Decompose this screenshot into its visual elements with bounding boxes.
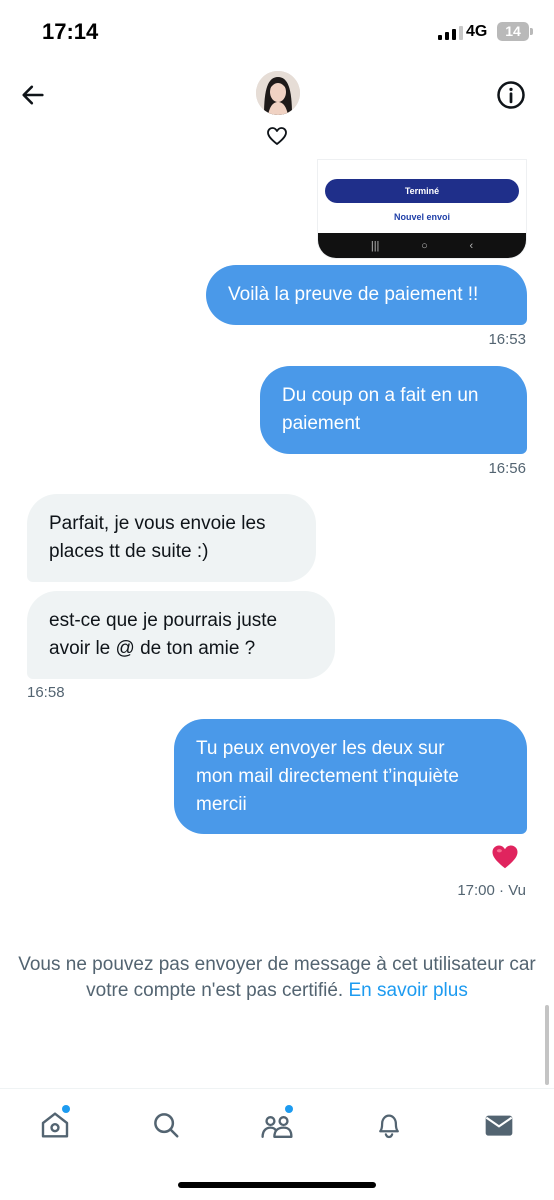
message-bubble-outgoing[interactable]: Du coup on a fait en un paiement xyxy=(260,366,527,454)
message-timestamp: 16:58 xyxy=(27,684,65,701)
message-timestamp: 16:53 xyxy=(488,331,526,348)
cannot-message-notice: Vous ne pouvez pas envoyer de message à … xyxy=(10,952,544,1004)
message-bubble-incoming[interactable]: Parfait, je vous envoie les places tt de… xyxy=(27,494,316,582)
bell-icon xyxy=(379,1114,399,1139)
status-bar: 17:14 4G 14 xyxy=(0,0,554,62)
mail-icon xyxy=(485,1115,513,1136)
message-text: Voilà la preuve de paiement !! xyxy=(228,284,479,305)
status-time: 17:14 xyxy=(42,19,99,44)
message-text: est-ce que je pourrais juste avoir le @ … xyxy=(49,610,278,659)
back-chevron-icon: ‹ xyxy=(469,239,474,252)
home-icon xyxy=(41,1112,69,1138)
info-button[interactable] xyxy=(494,78,528,112)
battery-icon: 14 xyxy=(497,22,529,41)
learn-more-link[interactable]: En savoir plus xyxy=(349,980,468,1001)
battery-cap xyxy=(530,28,533,35)
home-circle-icon: ○ xyxy=(421,239,428,252)
heart-outline-icon[interactable] xyxy=(265,125,289,147)
image-android-navbar: ||| ○ ‹ xyxy=(318,233,526,258)
message-text: Parfait, je vous envoie les places tt de… xyxy=(49,513,266,562)
image-done-button: Terminé xyxy=(325,179,519,203)
arrow-left-icon xyxy=(22,85,44,105)
message-bubble-incoming[interactable]: est-ce que je pourrais juste avoir le @ … xyxy=(27,591,335,679)
search-icon xyxy=(154,1113,179,1138)
heart-reaction-icon[interactable] xyxy=(490,842,520,872)
recent-apps-icon: ||| xyxy=(370,239,380,252)
tab-search[interactable] xyxy=(146,1105,186,1145)
shared-image-attachment[interactable]: Terminé Nouvel envoi ||| ○ ‹ xyxy=(318,160,526,258)
tab-messages[interactable] xyxy=(479,1105,519,1145)
image-new-transfer-link: Nouvel envoi xyxy=(393,212,450,222)
notification-dot xyxy=(62,1105,70,1113)
tab-home[interactable] xyxy=(35,1105,75,1145)
avatar[interactable] xyxy=(256,71,300,115)
scrollbar-thumb[interactable] xyxy=(545,1005,549,1085)
message-bubble-outgoing[interactable]: Tu peux envoyer les deux sur mon mail di… xyxy=(174,719,527,834)
message-timestamp: 16:56 xyxy=(488,460,526,477)
notification-dot xyxy=(285,1105,293,1113)
message-text: Du coup on a fait en un paiement xyxy=(282,385,479,434)
home-indicator[interactable] xyxy=(178,1182,376,1188)
message-text: Tu peux envoyer les deux sur mon mail di… xyxy=(196,738,459,815)
tab-communities[interactable] xyxy=(257,1105,297,1145)
people-icon xyxy=(261,1115,293,1138)
user-avatar xyxy=(256,71,300,115)
network-label: 4G xyxy=(466,23,488,40)
back-button[interactable] xyxy=(16,78,50,112)
signal-icon xyxy=(438,26,463,40)
tab-notifications[interactable] xyxy=(369,1105,409,1145)
info-circle-icon xyxy=(497,81,525,109)
message-bubble-outgoing[interactable]: Voilà la preuve de paiement !! xyxy=(206,265,527,325)
message-timestamp-seen: 17:00 · Vu xyxy=(457,882,526,899)
